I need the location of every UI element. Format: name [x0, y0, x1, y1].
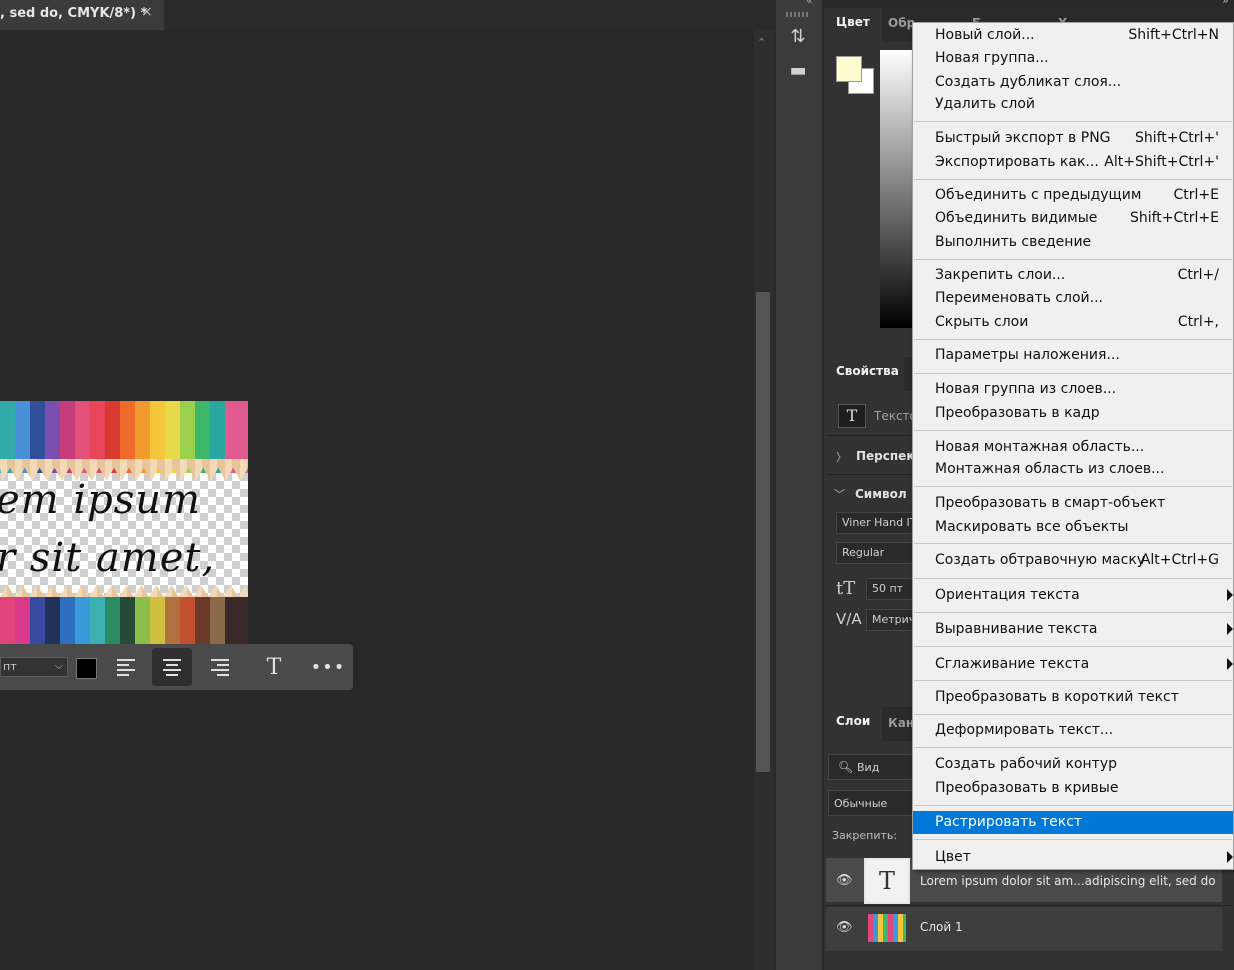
- more-icon: •••: [310, 656, 346, 678]
- tab-layers[interactable]: Слои: [824, 707, 883, 741]
- menu-separator: [914, 121, 1232, 122]
- menu-separator: [914, 339, 1232, 340]
- menu-separator: [914, 747, 1232, 748]
- tab-color[interactable]: Цвет: [824, 8, 882, 42]
- menu-item-blending-options[interactable]: Параметры наложения...: [913, 344, 1233, 367]
- text-contextual-toolbar: пт ⌵ T •••: [0, 644, 353, 690]
- align-center-button[interactable]: [152, 648, 192, 686]
- menu-item-anti-aliasing[interactable]: Сглаживание текста: [913, 653, 1233, 676]
- canvas-text-line-1[interactable]: em ipsum: [0, 477, 201, 523]
- align-right-button[interactable]: [200, 648, 240, 686]
- menu-item-rename-layer[interactable]: Переименовать слой...: [913, 287, 1233, 310]
- menu-separator: [914, 543, 1232, 544]
- document-tab-title[interactable]: , sed do, CMYK/8*) *: [0, 6, 147, 21]
- canvas-text-line-2[interactable]: r sit amet,: [0, 535, 215, 581]
- menu-item-merge-visible[interactable]: Объединить видимые Shift+Ctrl+E: [913, 207, 1233, 230]
- menu-item-new-artboard[interactable]: Новая монтажная область...: [913, 436, 1233, 459]
- menu-item-hide-layers[interactable]: Скрыть слои Ctrl+,: [913, 311, 1233, 334]
- submenu-arrow-icon: [1227, 589, 1233, 601]
- menu-item-delete-layer[interactable]: Удалить слой: [913, 93, 1233, 116]
- canvas-image[interactable]: em ipsum r sit amet,: [0, 401, 248, 644]
- text-transform-button[interactable]: T: [254, 648, 294, 686]
- lock-label: Закрепить:: [832, 829, 898, 842]
- font-size-field[interactable]: пт ⌵: [0, 657, 68, 677]
- menu-separator: [914, 714, 1232, 715]
- menu-separator: [914, 805, 1232, 806]
- menu-item-export-as[interactable]: Экспортировать как... Alt+Shift+Ctrl+': [913, 151, 1233, 174]
- menu-separator: [914, 259, 1232, 260]
- history-icon[interactable]: ⇅: [786, 26, 810, 50]
- text-layer-thumbnail[interactable]: T: [864, 858, 910, 904]
- grip-handle[interactable]: [786, 12, 810, 17]
- divider: [826, 905, 1232, 906]
- comments-icon[interactable]: ▬: [786, 60, 810, 84]
- character-section-label[interactable]: Символ: [855, 487, 907, 501]
- tab-bar: [164, 0, 774, 30]
- menu-item-warp-text[interactable]: Деформировать текст...: [913, 719, 1233, 742]
- menu-item-rasterize-text[interactable]: Растрировать текст: [913, 811, 1233, 834]
- menu-item-color[interactable]: Цвет: [913, 846, 1233, 869]
- kerning-icon: V/A: [836, 610, 862, 628]
- menu-separator: [914, 486, 1232, 487]
- layer-name[interactable]: Lorem ipsum dolor sit am...adipiscing el…: [920, 874, 1216, 888]
- menu-separator: [914, 612, 1232, 613]
- align-center-icon: [163, 658, 181, 676]
- text-color-swatch[interactable]: [76, 658, 97, 679]
- menu-item-quick-export-png[interactable]: Быстрый экспорт в PNG Shift+Ctrl+': [913, 127, 1233, 150]
- chevron-down-icon[interactable]: ﹀: [834, 486, 845, 502]
- menu-item-lock-layers[interactable]: Закрепить слои... Ctrl+/: [913, 264, 1233, 287]
- menu-separator: [914, 680, 1232, 681]
- search-icon: 🔍︎: [838, 760, 854, 774]
- menu-separator: [914, 179, 1232, 180]
- submenu-arrow-icon: [1227, 623, 1233, 635]
- image-layer-thumbnail[interactable]: [868, 914, 906, 942]
- menu-item-convert-smart-object[interactable]: Преобразовать в смарт-объект: [913, 492, 1233, 515]
- pencils-bottom-image: [0, 597, 248, 644]
- menu-item-new-group[interactable]: Новая группа...: [913, 47, 1233, 70]
- menu-item-new-layer[interactable]: Новый слой... Shift+Ctrl+N: [913, 24, 1233, 47]
- menu-item-mask-all-objects[interactable]: Маскировать все объекты: [913, 516, 1233, 539]
- font-size-icon: tT: [836, 578, 856, 599]
- menu-item-create-clipping-mask[interactable]: Создать обтравочную маску Alt+Ctrl+G: [913, 549, 1233, 572]
- menu-item-text-alignment[interactable]: Выравнивание текста: [913, 618, 1233, 641]
- menu-separator: [914, 578, 1232, 579]
- submenu-arrow-icon: [1227, 851, 1233, 863]
- expand-icon[interactable]: »: [1222, 0, 1229, 7]
- text-transform-icon: T: [266, 654, 282, 680]
- eye-icon[interactable]: 👁︎: [836, 920, 853, 935]
- align-right-icon: [211, 658, 229, 676]
- collapse-icon[interactable]: «: [806, 0, 813, 7]
- close-icon[interactable]: ×: [141, 4, 153, 20]
- menu-separator: [914, 430, 1232, 431]
- font-size-value: пт: [3, 660, 17, 673]
- chevron-down-icon[interactable]: ⌵: [55, 661, 63, 672]
- menu-item-merge-down[interactable]: Объединить с предыдущим Ctrl+E: [913, 184, 1233, 207]
- layer-name[interactable]: Слой 1: [920, 920, 963, 934]
- scrollbar-thumb[interactable]: [756, 292, 770, 772]
- menu-item-text-orientation[interactable]: Ориентация текста: [913, 584, 1233, 607]
- menu-item-convert-to-shape[interactable]: Преобразовать в кривые: [913, 777, 1233, 800]
- chevron-right-icon[interactable]: 〉: [836, 449, 847, 465]
- scroll-up-icon[interactable]: ⌃: [757, 36, 766, 49]
- menu-item-group-from-layers[interactable]: Новая группа из слоев...: [913, 378, 1233, 401]
- menu-separator: [914, 373, 1232, 374]
- menu-item-artboard-from-layers[interactable]: Монтажная область из слоев...: [913, 458, 1233, 481]
- menu-item-duplicate-layer[interactable]: Создать дубликат слоя...: [913, 71, 1233, 94]
- submenu-arrow-icon: [1227, 658, 1233, 670]
- foreground-color-swatch[interactable]: [836, 56, 862, 82]
- tab-properties[interactable]: Свойства: [824, 357, 904, 391]
- text-layer-icon: T: [838, 404, 866, 428]
- menu-item-flatten-image[interactable]: Выполнить сведение: [913, 231, 1233, 254]
- panel-icon-strip: [776, 0, 822, 970]
- menu-separator: [914, 839, 1232, 840]
- eye-icon[interactable]: 👁︎: [836, 873, 853, 888]
- menu-separator: [914, 646, 1232, 647]
- align-left-icon: [117, 658, 135, 676]
- align-left-button[interactable]: [106, 648, 146, 686]
- menu-item-convert-point-text[interactable]: Преобразовать в короткий текст: [913, 686, 1233, 709]
- more-options-button[interactable]: •••: [308, 648, 348, 686]
- menu-item-convert-to-frame[interactable]: Преобразовать в кадр: [913, 402, 1233, 425]
- menu-item-create-work-path[interactable]: Создать рабочий контур: [913, 753, 1233, 776]
